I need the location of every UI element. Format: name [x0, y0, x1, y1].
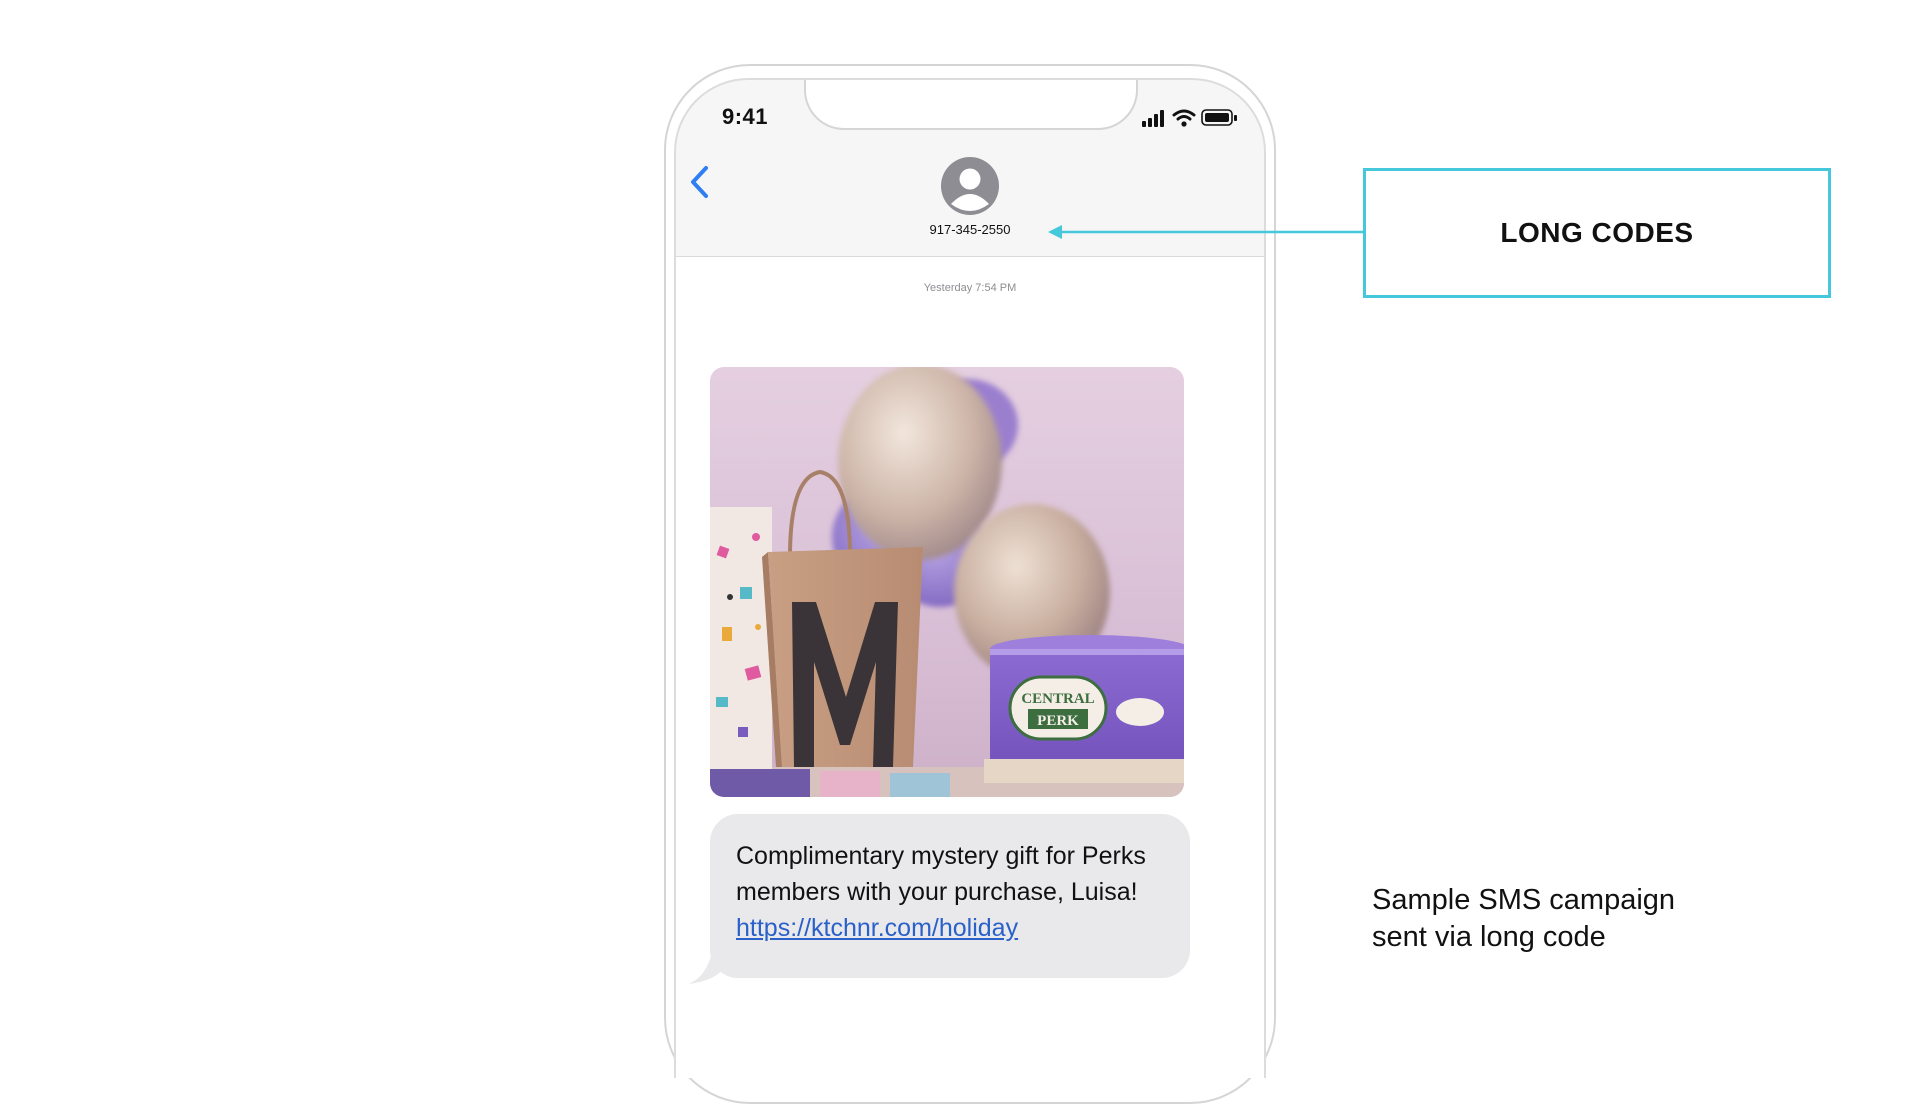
contact-avatar-icon[interactable] [940, 156, 1000, 216]
phone-notch [804, 78, 1138, 130]
status-icons [1142, 109, 1237, 127]
long-codes-callout: LONG CODES [1363, 168, 1831, 298]
message-bubble: Complimentary mystery gift for Perks mem… [710, 814, 1190, 978]
battery-icon [1201, 109, 1237, 126]
callout-label: LONG CODES [1500, 217, 1694, 248]
message-text: Complimentary mystery gift for Perks mem… [736, 838, 1164, 946]
message-body: Complimentary mystery gift for Perks mem… [736, 842, 1146, 906]
contact-number[interactable]: 917-345-2550 [870, 222, 1070, 237]
message-timestamp: Yesterday 7:54 PM [923, 282, 1017, 294]
party-photo: CENTRAL PERK [710, 367, 1184, 797]
mms-image[interactable]: CENTRAL PERK [710, 367, 1184, 797]
cake-text-bottom: PERK [1037, 713, 1079, 729]
wifi-icon [1172, 109, 1196, 127]
status-time: 9:41 [722, 104, 769, 129]
cake-text-top: CENTRAL [1021, 691, 1094, 707]
message-link[interactable]: https://ktchnr.com/holiday [736, 914, 1018, 942]
figure-caption: Sample SMS campaign sent via long code [1372, 882, 1772, 956]
caption-line-2: sent via long code [1372, 921, 1606, 953]
back-chevron-icon[interactable] [684, 162, 714, 202]
signal-icon [1142, 110, 1164, 127]
callout-arrow [1048, 225, 1364, 239]
caption-line-1: Sample SMS campaign [1372, 884, 1676, 916]
